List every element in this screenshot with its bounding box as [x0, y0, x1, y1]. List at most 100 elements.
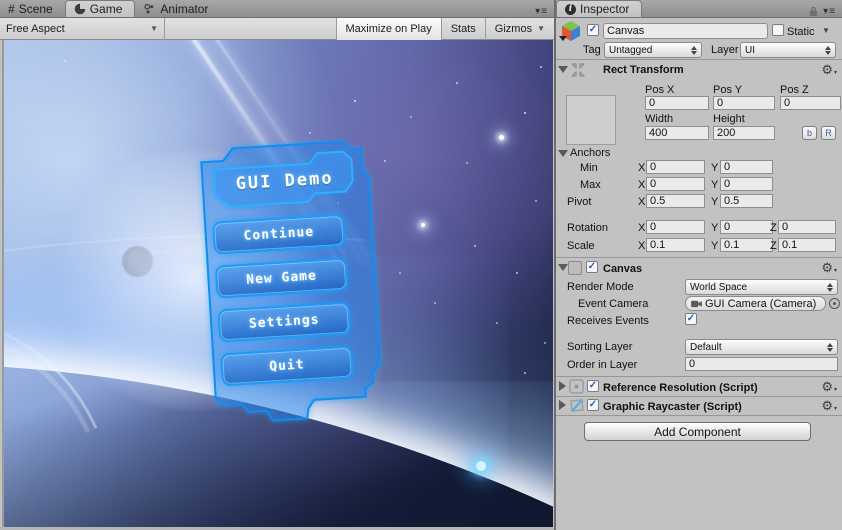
- lock-icon[interactable]: [809, 6, 818, 17]
- scale-x-field[interactable]: [646, 238, 705, 252]
- gizmos-button[interactable]: Gizmos ▼: [484, 17, 554, 40]
- inspector-menu-icon[interactable]: ▾≡: [823, 6, 836, 17]
- tab-animator[interactable]: Animator: [135, 0, 220, 17]
- canvas-component-title: Canvas: [603, 263, 643, 275]
- rotation-z-field[interactable]: [778, 220, 836, 234]
- active-checkbox[interactable]: ✓: [587, 24, 599, 36]
- axis-label: Z: [770, 222, 777, 234]
- tag-value: Untagged: [609, 44, 653, 56]
- tab-game[interactable]: Game: [64, 0, 136, 17]
- tab-inspector-label: Inspector: [580, 2, 630, 16]
- popup-arrows-icon: [823, 342, 833, 352]
- rotation-x-field[interactable]: [646, 220, 705, 234]
- width-field[interactable]: [645, 126, 709, 140]
- axis-label: X: [638, 179, 646, 191]
- pos-z-field[interactable]: [780, 96, 841, 110]
- aspect-ratio-dropdown[interactable]: Free Aspect ▼: [0, 17, 165, 40]
- stats-button[interactable]: Stats: [440, 17, 485, 40]
- info-icon: i: [565, 3, 576, 15]
- tab-inspector[interactable]: i Inspector: [556, 0, 643, 17]
- scale-z-field[interactable]: [778, 238, 836, 252]
- reference-resolution-checkbox[interactable]: ✓: [587, 380, 599, 392]
- height-label: Height: [713, 113, 745, 125]
- pos-y-field[interactable]: [713, 96, 775, 110]
- rotation-label: Rotation: [567, 222, 608, 234]
- tag-dropdown[interactable]: Untagged: [604, 42, 702, 58]
- sorting-layer-dropdown[interactable]: Default: [685, 339, 838, 355]
- pivot-y-field[interactable]: [720, 194, 773, 208]
- pos-x-label: Pos X: [645, 84, 675, 96]
- icon-picker-caret[interactable]: [559, 36, 567, 41]
- pos-x-field[interactable]: [645, 96, 709, 110]
- game-pacman-icon: [74, 3, 85, 15]
- gear-icon[interactable]: ⚙ ▾: [821, 63, 837, 76]
- rotation-y-field[interactable]: [720, 220, 773, 234]
- static-dropdown-caret[interactable]: ▼: [822, 26, 830, 35]
- maximize-on-play-button[interactable]: Maximize on Play: [335, 17, 441, 40]
- render-mode-dropdown[interactable]: World Space: [685, 279, 838, 295]
- tab-scene[interactable]: # Scene: [0, 0, 65, 17]
- sorting-layer-label: Sorting Layer: [567, 341, 633, 353]
- object-picker-icon[interactable]: [829, 298, 840, 309]
- anchor-preview[interactable]: [566, 95, 616, 145]
- game-toolbar: Free Aspect ▼ Maximize on Play Stats Giz…: [0, 17, 554, 40]
- foldout-canvas[interactable]: [558, 264, 568, 271]
- tag-label: Tag: [583, 44, 601, 56]
- gear-icon[interactable]: ⚙ ▾: [821, 380, 837, 393]
- event-camera-object-field[interactable]: GUI Camera (Camera): [685, 296, 826, 311]
- anchors-min-y-field[interactable]: [720, 160, 773, 174]
- canvas-enabled-checkbox[interactable]: ✓: [586, 261, 598, 273]
- axis-label: Y: [711, 222, 719, 234]
- canvas-component-icon: [568, 261, 582, 275]
- game-viewport[interactable]: GUI Demo Continue New Game Settings Quit: [2, 40, 553, 527]
- tab-scene-label: Scene: [18, 1, 53, 16]
- graphic-raycaster-checkbox[interactable]: ✓: [587, 399, 599, 411]
- game-pane-menu-icon[interactable]: ▾≡: [535, 4, 554, 17]
- layer-dropdown[interactable]: UI: [740, 42, 836, 58]
- gear-icon[interactable]: ⚙ ▾: [821, 399, 837, 412]
- pivot-x-field[interactable]: [646, 194, 705, 208]
- rect-transform-title: Rect Transform: [603, 64, 684, 76]
- scene-grid-icon: #: [8, 1, 15, 16]
- scale-label: Scale: [567, 240, 595, 252]
- camera-icon: [691, 300, 702, 308]
- axis-label: Y: [711, 162, 719, 174]
- animator-states-icon: [144, 3, 154, 13]
- foldout-graphic-raycaster[interactable]: [559, 400, 566, 410]
- blueprint-mode-button[interactable]: b: [802, 126, 817, 140]
- add-component-button[interactable]: Add Component: [584, 422, 811, 441]
- chevron-down-icon: ▼: [150, 24, 158, 33]
- foldout-rect-transform[interactable]: [558, 66, 568, 73]
- foldout-reference-resolution[interactable]: [559, 381, 566, 391]
- axis-label: X: [638, 222, 646, 234]
- raw-edit-button[interactable]: R: [821, 126, 836, 140]
- height-field[interactable]: [713, 126, 775, 140]
- chevron-down-icon: ▼: [537, 24, 545, 33]
- popup-arrows-icon: [823, 282, 833, 292]
- scale-y-field[interactable]: [720, 238, 773, 252]
- object-name-field[interactable]: [603, 23, 768, 39]
- axis-label: Y: [711, 196, 719, 208]
- layer-label: Layer: [711, 44, 739, 56]
- rect-transform-anchor-icon: [571, 63, 585, 77]
- tab-game-label: Game: [89, 2, 123, 16]
- gear-icon[interactable]: ⚙ ▾: [821, 261, 837, 274]
- anchors-max-x-field[interactable]: [646, 177, 705, 191]
- axis-label: Y: [711, 240, 719, 252]
- anchors-min-label: Min: [580, 162, 598, 174]
- render-mode-label: Render Mode: [567, 281, 634, 293]
- anchors-min-x-field[interactable]: [646, 160, 705, 174]
- static-checkbox[interactable]: [772, 24, 784, 36]
- order-in-layer-field[interactable]: [685, 357, 838, 371]
- width-label: Width: [645, 113, 674, 125]
- gizmos-label: Gizmos: [494, 22, 533, 35]
- reference-resolution-icon: [569, 379, 584, 394]
- receives-events-checkbox[interactable]: ✓: [685, 313, 697, 325]
- foldout-anchors[interactable]: [558, 150, 568, 157]
- lens-flare: [476, 461, 486, 471]
- popup-arrows-icon: [687, 45, 697, 55]
- pos-y-label: Pos Y: [713, 84, 743, 96]
- receives-events-label: Receives Events: [567, 315, 649, 327]
- anchors-max-y-field[interactable]: [720, 177, 773, 191]
- graphic-raycaster-icon: [570, 399, 584, 412]
